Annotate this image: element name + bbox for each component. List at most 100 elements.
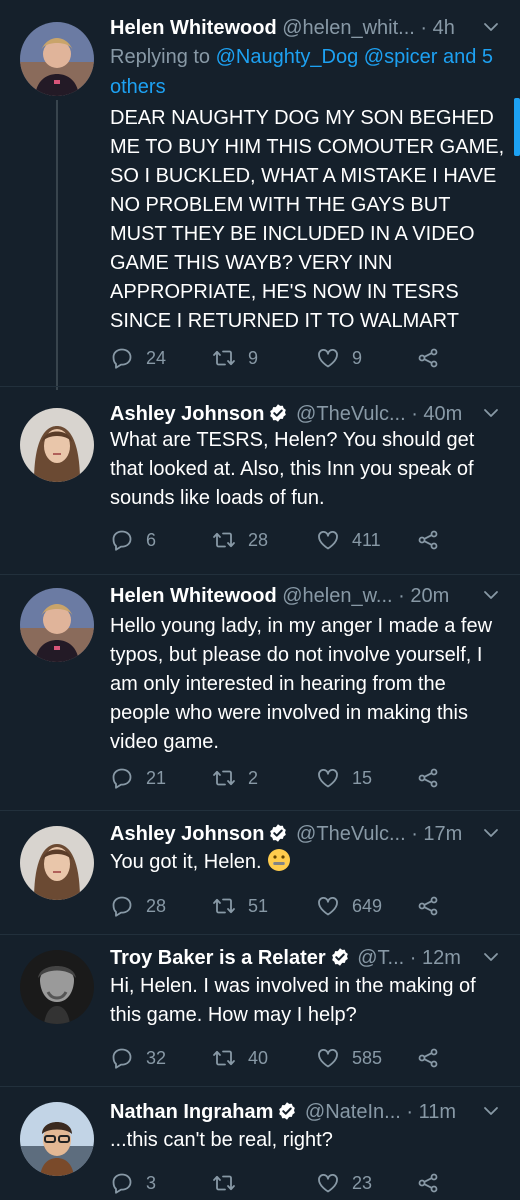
like-count: 585 [352,1047,383,1068]
avatar[interactable] [20,950,94,1024]
chevron-down-icon[interactable] [482,586,500,604]
reply-count: 3 [146,1172,157,1193]
tweet-text: What are TESRS, Helen? You should get th… [110,429,475,509]
share-button[interactable] [416,525,452,555]
share-icon [416,528,440,552]
retweet-count: 9 [248,347,259,368]
reply-button[interactable]: 6 [110,525,156,555]
share-icon [416,346,440,370]
tweet-text: Hi, Helen. I was involved in the making … [110,975,476,1026]
like-button[interactable]: 15 [316,763,372,793]
avatar[interactable] [20,588,94,662]
timestamp[interactable]: · 11m [406,1101,456,1123]
like-button[interactable]: 649 [316,891,382,921]
user-handle[interactable]: @NateIn... [305,1101,401,1123]
reply-count: 21 [146,767,167,788]
verified-badge-icon [268,823,288,843]
chevron-down-icon[interactable] [482,1102,500,1120]
tweet-header: Troy Baker is a Relater @T... · 12m [110,940,500,976]
avatar[interactable] [20,408,94,482]
like-button[interactable]: 585 [316,1043,382,1073]
chevron-down-icon[interactable] [482,404,500,422]
retweet-button[interactable]: 51 [212,891,268,921]
share-button[interactable] [416,1168,452,1198]
timestamp[interactable]: · 20m [398,585,449,607]
user-handle[interactable]: @T... [357,947,404,969]
user-handle[interactable]: @helen_whit... [282,17,415,39]
retweet-count: 51 [248,895,269,916]
display-name[interactable]: Nathan Ingraham [110,1101,273,1123]
tweet[interactable]: Helen Whitewood @helen_w... · 20m Hello … [0,574,520,814]
timestamp[interactable]: · 17m [411,823,462,845]
display-name[interactable]: Troy Baker is a Relater [110,947,326,969]
tweet-actions: 32 40 585 [110,1043,450,1073]
tweet-actions: 6 28 411 [110,525,450,555]
timestamp[interactable]: · 4h [420,17,454,39]
chevron-down-icon[interactable] [482,18,500,36]
display-name[interactable]: Ashley Johnson [110,823,264,845]
share-button[interactable] [416,1043,452,1073]
avatar[interactable] [20,1102,94,1176]
share-icon [416,1171,440,1195]
display-name[interactable]: Ashley Johnson [110,403,264,425]
avatar[interactable] [20,826,94,900]
user-handle[interactable]: @helen_w... [282,585,392,607]
like-count: 23 [352,1172,373,1193]
tweet-actions: 21 2 15 [110,763,450,793]
share-button[interactable] [416,763,452,793]
share-button[interactable] [416,343,452,373]
retweet-count: 40 [248,1047,269,1068]
reply-button[interactable]: 21 [110,763,166,793]
tweet[interactable]: Ashley Johnson @TheVulc... · 40m What ar… [0,386,520,578]
tweet[interactable]: Helen Whitewood @helen_whit... · 4h Repl… [0,0,520,395]
reply-button[interactable]: 32 [110,1043,166,1073]
display-name[interactable]: Helen Whitewood [110,585,277,607]
verified-badge-icon [330,947,350,967]
heart-icon [316,528,340,552]
retweet-button[interactable]: 28 [212,525,268,555]
reply-icon [110,528,134,552]
reply-button[interactable]: 24 [110,343,166,373]
reply-icon [110,766,134,790]
tweet-text: DEAR NAUGHTY DOG MY SON BEGHED ME TO BUY… [110,107,505,332]
retweet-icon [212,528,236,552]
retweet-count: 28 [248,529,269,550]
retweet-button[interactable] [212,1168,248,1198]
tweet-header: Ashley Johnson @TheVulc... · 17m [110,816,500,852]
reply-icon [110,1046,134,1070]
tweet[interactable]: Troy Baker is a Relater @T... · 12m Hi, … [0,934,520,1088]
retweet-icon [212,1171,236,1195]
share-icon [416,766,440,790]
retweet-button[interactable]: 9 [212,343,258,373]
like-button[interactable]: 23 [316,1168,372,1198]
tweet-text: You got it, Helen. [110,848,505,877]
retweet-button[interactable]: 2 [212,763,258,793]
reply-button[interactable]: 3 [110,1168,156,1198]
tweet[interactable]: Nathan Ingraham @NateIn... · 11m ...this… [0,1086,520,1200]
like-button[interactable]: 411 [316,525,381,555]
verified-badge-icon [268,403,288,423]
timestamp[interactable]: · 12m [410,947,461,969]
retweet-count: 2 [248,767,259,788]
heart-icon [316,346,340,370]
user-handle[interactable]: @TheVulc... [296,403,406,425]
chevron-down-icon[interactable] [482,824,500,842]
like-count: 649 [352,895,383,916]
like-button[interactable]: 9 [316,343,362,373]
heart-icon [316,766,340,790]
display-name[interactable]: Helen Whitewood [110,17,277,39]
tweet[interactable]: Ashley Johnson @TheVulc... · 17m You got… [0,810,520,938]
reply-icon [110,346,134,370]
retweet-button[interactable]: 40 [212,1043,268,1073]
share-button[interactable] [416,891,452,921]
user-handle[interactable]: @TheVulc... [296,823,406,845]
avatar[interactable] [20,22,94,96]
like-count: 15 [352,767,373,788]
timestamp[interactable]: · 40m [411,403,462,425]
reply-button[interactable]: 28 [110,891,166,921]
reply-icon [110,894,134,918]
tweet-actions: 28 51 649 [110,891,450,921]
like-count: 411 [352,529,381,550]
retweet-icon [212,894,236,918]
chevron-down-icon[interactable] [482,948,500,966]
